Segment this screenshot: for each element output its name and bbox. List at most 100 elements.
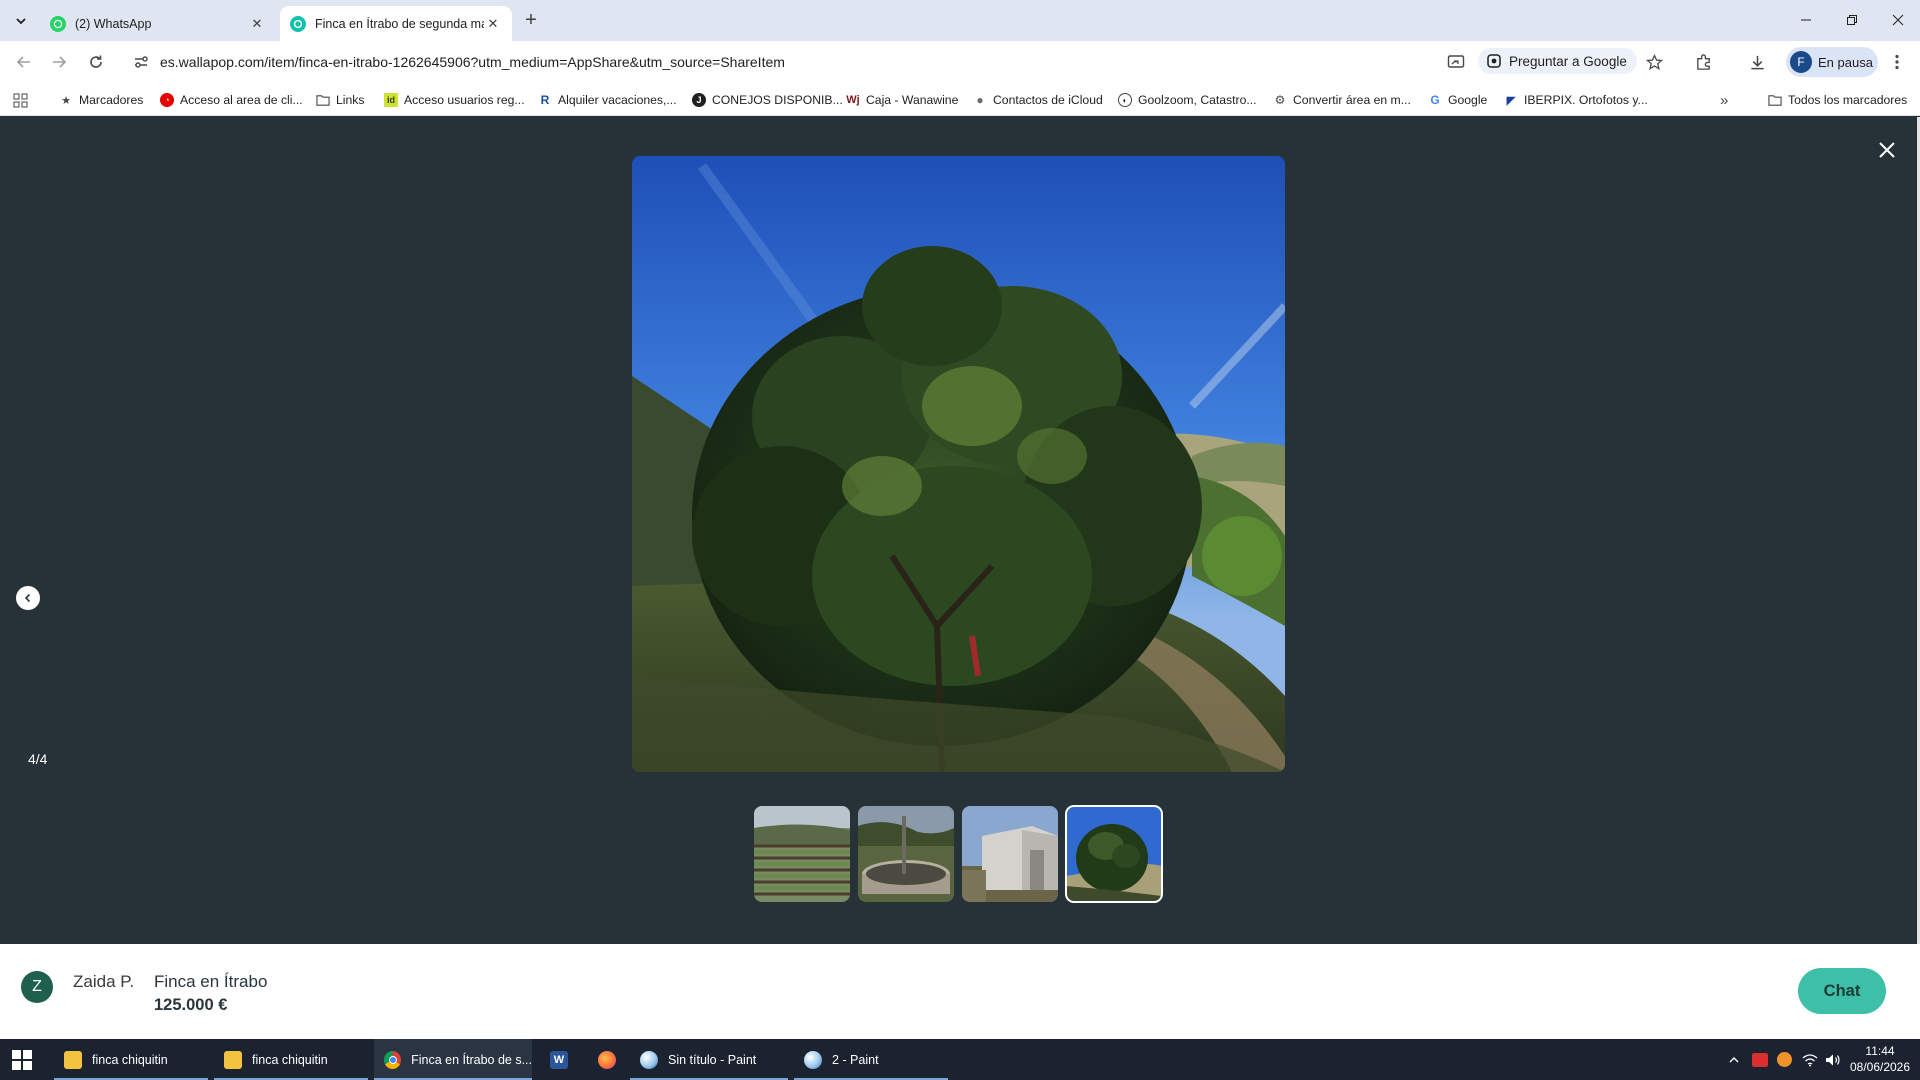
paint-icon <box>640 1050 658 1069</box>
close-tab-icon[interactable]: ✕ <box>248 15 266 33</box>
site-info-icon[interactable] <box>130 51 152 73</box>
taskbar-app-label: Finca en Ítrabo de s... <box>411 1052 532 1067</box>
bookmark-star-button[interactable] <box>1642 50 1666 74</box>
close-tab-icon[interactable]: ✕ <box>484 15 502 33</box>
bookmark-label: CONEJOS DISPONIB... <box>712 93 843 107</box>
url-text: es.wallapop.com/item/finca-en-itrabo-126… <box>160 54 785 70</box>
bookmark-goolzoom[interactable]: ◐ Goolzoom, Catastro... <box>1118 90 1257 110</box>
bookmark-label: IBERPIX. Ortofotos y... <box>1524 93 1648 107</box>
taskbar-app-chrome[interactable]: Finca en Ítrabo de s... <box>374 1039 532 1080</box>
minimize-button[interactable] <box>1791 8 1821 32</box>
double-chevron-right-icon: » <box>1720 91 1729 109</box>
bookmark-label: Marcadores <box>79 93 144 107</box>
bookmark-idealista[interactable]: id Acceso usuarios reg... <box>384 90 525 110</box>
browser-toolbar: es.wallapop.com/item/finca-en-itrabo-126… <box>0 41 1920 83</box>
listing-footer: Z Zaida P. Finca en Ítrabo 125.000 € Cha… <box>0 944 1920 1039</box>
apps-button[interactable] <box>13 90 28 110</box>
taskbar-app-folder-1[interactable]: finca chiquitin <box>54 1039 208 1080</box>
bookmark-label: Caja - Wanawine <box>866 93 959 107</box>
thumbnail-terraces[interactable] <box>754 806 850 902</box>
tab-search-button[interactable] <box>8 8 34 34</box>
taskbar-app-label: Sin título - Paint <box>668 1052 757 1067</box>
wanawine-icon: Wj <box>846 94 860 106</box>
close-window-button[interactable] <box>1883 8 1913 32</box>
tray-overflow-button[interactable] <box>1728 1039 1740 1080</box>
thumbnail-water-tank[interactable] <box>858 806 954 902</box>
bookmark-label: Google <box>1448 93 1488 107</box>
avocado-tree-thumb <box>1066 806 1162 902</box>
bookmarks-bar: ★ Marcadores ◔ Acceso al area de cli... … <box>0 83 1920 116</box>
bookmark-label: Alquiler vacaciones,... <box>558 93 677 107</box>
windows-start-icon[interactable] <box>12 1050 32 1070</box>
taskbar-app-folder-2[interactable]: finca chiquitin <box>214 1039 368 1080</box>
network-button[interactable] <box>1802 1039 1818 1080</box>
image-viewer: 4/4 <box>0 117 1920 944</box>
cast-button[interactable] <box>1444 50 1468 74</box>
bookmark-label: Links <box>336 93 365 107</box>
tab-title: Finca en Ítrabo de segunda ma <box>315 16 484 31</box>
new-tab-button[interactable]: + <box>519 8 543 32</box>
main-photo <box>632 156 1285 772</box>
taskbar-app-paint-2[interactable]: 2 - Paint <box>794 1039 948 1080</box>
item-price: 125.000 € <box>154 996 228 1014</box>
bookmark-google[interactable]: G Google <box>1428 90 1487 110</box>
bookmark-alquiler[interactable]: R Alquiler vacaciones,... <box>538 90 677 110</box>
bookmark-marcadores[interactable]: ★ Marcadores <box>59 90 143 110</box>
all-bookmarks-folder[interactable]: Todos los marcadores <box>1768 90 1907 110</box>
seller-avatar[interactable]: Z <box>21 971 53 1003</box>
bookmark-conejos[interactable]: J CONEJOS DISPONIB... <box>692 90 843 110</box>
clock-time: 11:44 <box>1865 1044 1895 1058</box>
taskbar-app-word[interactable]: W <box>543 1039 575 1080</box>
whatsapp-icon <box>50 15 66 32</box>
thumbnail-avocado-tree[interactable] <box>1065 805 1163 903</box>
profile-button[interactable]: F En pausa <box>1786 47 1878 77</box>
google-icon: G <box>1430 93 1440 107</box>
taskbar-app-label: finca chiquitin <box>92 1052 168 1067</box>
building-photo <box>962 806 1058 902</box>
bookmark-convertir[interactable]: ⚙ Convertir área en m... <box>1273 90 1411 110</box>
convert-icon: ⚙ <box>1274 93 1286 107</box>
ask-google-button[interactable]: Preguntar a Google <box>1478 48 1637 74</box>
taskbar-app-firefox[interactable] <box>591 1039 623 1080</box>
chat-button[interactable]: Chat <box>1798 968 1886 1014</box>
chevron-up-icon <box>1729 1056 1739 1062</box>
address-bar[interactable]: es.wallapop.com/item/finca-en-itrabo-126… <box>126 45 1642 79</box>
system-clock[interactable]: 11:44 08/06/2026 <box>1847 1043 1913 1075</box>
taskbar-app-paint-1[interactable]: Sin título - Paint <box>630 1039 788 1080</box>
reload-icon <box>90 55 102 68</box>
reload-button[interactable] <box>82 48 110 76</box>
close-icon <box>1892 14 1904 26</box>
bookmark-wanawine[interactable]: Wj Caja - Wanawine <box>846 90 958 110</box>
seller-name[interactable]: Zaida P. <box>73 972 134 992</box>
browser-menu-button[interactable] <box>1885 50 1909 74</box>
sync-icon <box>1777 1052 1792 1067</box>
bookmark-icloud[interactable]: ● Contactos de iCloud <box>973 90 1102 110</box>
bookmark-vodafone[interactable]: ◔ Acceso al area de cli... <box>160 90 303 110</box>
more-bookmarks-button[interactable]: » <box>1720 90 1728 110</box>
downloads-button[interactable] <box>1745 50 1769 74</box>
arrow-right-icon <box>53 56 67 68</box>
paint-icon <box>804 1050 822 1069</box>
tab-wallapop[interactable]: Finca en Ítrabo de segunda ma ✕ <box>280 6 512 41</box>
close-viewer-button[interactable] <box>1872 135 1902 165</box>
folder-icon <box>316 95 330 106</box>
tab-whatsapp[interactable]: (2) WhatsApp ✕ <box>40 6 276 41</box>
volume-button[interactable] <box>1825 1039 1841 1080</box>
bookmark-iberpix[interactable]: ◤ IBERPIX. Ortofotos y... <box>1504 90 1648 110</box>
tray-app-orange[interactable] <box>1777 1039 1792 1080</box>
thumbnail-building[interactable] <box>962 806 1058 902</box>
water-tank-photo <box>858 806 954 902</box>
bookmark-folder-links[interactable]: Links <box>316 90 364 110</box>
restore-button[interactable] <box>1837 8 1867 32</box>
back-button[interactable] <box>10 48 38 76</box>
extensions-button[interactable] <box>1691 50 1715 74</box>
forward-button[interactable] <box>45 48 73 76</box>
item-title: Finca en Ítrabo <box>154 972 268 991</box>
previous-image-button[interactable] <box>16 586 40 610</box>
tray-app-red[interactable] <box>1752 1039 1768 1080</box>
chevron-left-icon <box>24 593 31 603</box>
idealista-icon: id <box>384 93 398 107</box>
avocado-tree-photo <box>632 156 1285 772</box>
windows-taskbar: finca chiquitin finca chiquitin Finca en… <box>0 1039 1920 1080</box>
folder-icon <box>224 1050 242 1069</box>
